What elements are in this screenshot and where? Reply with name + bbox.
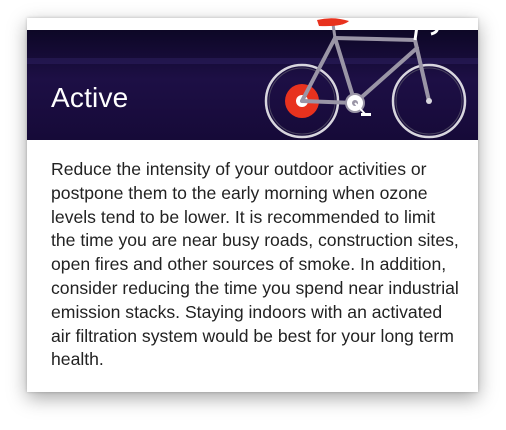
activity-description: Reduce the intensity of your outdoor act… — [51, 159, 459, 370]
bicycle-icon — [264, 18, 467, 139]
activity-title: Active — [51, 82, 129, 113]
activity-card: Active Reduce the intensity of your outd… — [27, 18, 478, 392]
